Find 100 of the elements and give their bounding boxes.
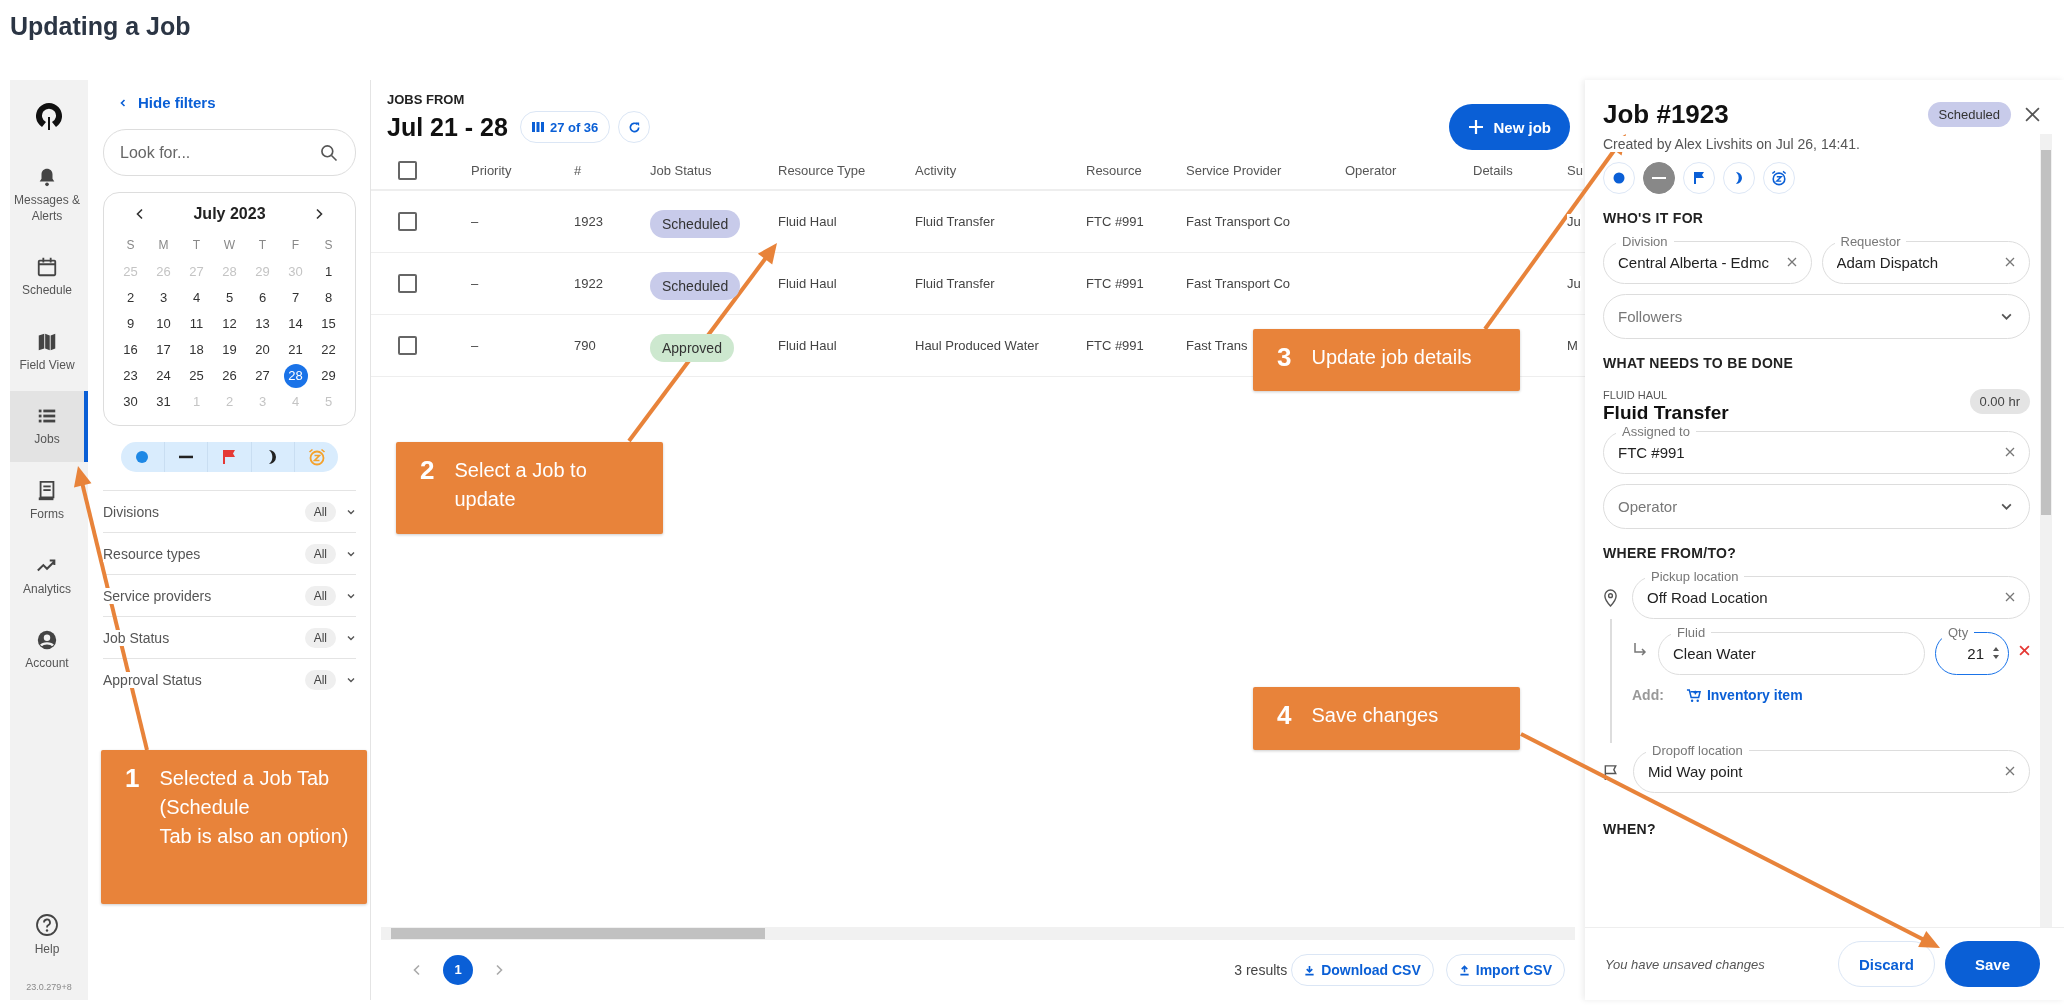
help-icon	[35, 913, 59, 938]
calendar-day[interactable]: 25	[184, 364, 209, 388]
flag-icon	[1693, 171, 1705, 185]
nav-item[interactable]: Jobs	[10, 391, 88, 462]
calendar-day[interactable]: 3	[151, 286, 176, 310]
hide-filters-link[interactable]: Hide filters	[118, 94, 216, 111]
section-heading: WHERE FROM/TO?	[1603, 545, 1738, 561]
calendar-day[interactable]: 13	[250, 312, 275, 336]
resource-type-label: FLUID HAUL	[1603, 389, 1669, 401]
quantity-input[interactable]: 21	[1944, 644, 1984, 662]
requestor-input[interactable]: Adam Dispatch	[1836, 253, 1997, 271]
calendar-day[interactable]: 20	[250, 338, 275, 362]
calendar-day[interactable]: 23	[118, 364, 143, 388]
calendar-day[interactable]: 11	[184, 312, 209, 336]
horizontal-scrollbar[interactable]	[381, 927, 1575, 940]
dropoff-location-input[interactable]: Mid Way point	[1648, 762, 1997, 780]
calendar-day[interactable]: 22	[316, 338, 341, 362]
save-button[interactable]: Save	[1944, 941, 2040, 987]
calendar-day[interactable]: 12	[217, 312, 242, 336]
filter-row[interactable]: Resource types All	[103, 532, 356, 574]
calendar-day[interactable]: 26	[217, 364, 242, 388]
created-by-text: Created by Alex Livshits on Jul 26, 14:41.	[1603, 136, 1860, 152]
nav-item[interactable]: Schedule	[10, 242, 88, 313]
filter-row[interactable]: Service providers All	[103, 574, 356, 616]
calendar-day[interactable]: 9	[118, 312, 143, 336]
account-icon	[36, 629, 58, 652]
row-checkbox[interactable]	[398, 336, 417, 355]
version-label: 23.0.279+8	[25, 982, 73, 992]
priority-button[interactable]	[1643, 162, 1675, 194]
calendar-day[interactable]: 4	[184, 286, 209, 310]
vertical-scrollbar[interactable]	[2040, 134, 2052, 927]
columns-button[interactable]: 27 of 36	[519, 111, 611, 143]
calendar-day[interactable]: 18	[184, 338, 209, 362]
table-cell-text: Fluid Haul	[778, 338, 838, 353]
clear-icon[interactable]	[2005, 592, 2015, 602]
nav-item[interactable]: Messages & Alerts	[10, 152, 88, 239]
help-button[interactable]: Help	[10, 899, 88, 972]
calendar-day[interactable]: 27	[250, 364, 275, 388]
select-all-checkbox[interactable]	[398, 160, 417, 180]
page-button[interactable]: 1	[443, 955, 473, 985]
remove-icon[interactable]	[2019, 644, 2030, 656]
calendar-day[interactable]: 7	[283, 286, 308, 310]
calendar-day[interactable]: 6	[250, 286, 275, 310]
calendar-day[interactable]: 1	[316, 260, 341, 284]
weekday-label: S	[126, 237, 135, 254]
table-cell-text: Haul Produced Water	[915, 338, 1040, 353]
filter-row[interactable]: Job Status All	[103, 616, 356, 658]
inventory-item-link[interactable]: Inventory item	[1685, 687, 1803, 703]
cart-icon	[1685, 687, 1701, 703]
calendar-day[interactable]: 30	[118, 390, 143, 414]
calendar-day[interactable]: 15	[316, 312, 341, 336]
callout-text: Update job details	[1311, 345, 1472, 370]
clear-icon[interactable]	[2005, 257, 2015, 267]
new-job-button[interactable]: New job	[1449, 104, 1570, 150]
dash-icon	[178, 455, 193, 459]
calendar-day[interactable]: 31	[151, 390, 176, 414]
weekday-label: T	[258, 237, 267, 254]
download-csv-button[interactable]: Download CSV	[1291, 954, 1434, 986]
search-field[interactable]: Look for...	[103, 129, 356, 176]
clear-icon[interactable]	[1786, 257, 1797, 267]
filter-row[interactable]: Divisions All	[103, 490, 356, 532]
nav-item[interactable]: Forms	[10, 465, 88, 537]
row-checkbox[interactable]	[398, 274, 417, 293]
calendar-day[interactable]: 29	[316, 364, 341, 388]
calendar-day[interactable]: 17	[151, 338, 176, 362]
calendar-day[interactable]: 21	[283, 338, 308, 362]
field-label: Dropoff location	[1651, 743, 1744, 758]
calendar-day[interactable]: 8	[316, 286, 341, 310]
pickup-location-input[interactable]: Off Road Location	[1647, 588, 1997, 606]
dot-icon	[1613, 172, 1625, 184]
calendar-day[interactable]: 24	[151, 364, 176, 388]
close-icon[interactable]	[2025, 106, 2040, 122]
calendar-day[interactable]: 28	[283, 364, 308, 388]
nav-item[interactable]: Account	[10, 615, 88, 686]
calendar-icon	[36, 256, 58, 279]
followers-input[interactable]: Followers	[1618, 308, 2000, 325]
division-input[interactable]: Central Alberta - Edmc	[1618, 253, 1779, 271]
calendar-day[interactable]: 5	[217, 286, 242, 310]
calendar-day[interactable]: 19	[217, 338, 242, 362]
table-cell-text: Fluid Transfer	[915, 276, 996, 291]
table-cell-text: –	[471, 338, 480, 353]
calendar-day[interactable]: 14	[283, 312, 308, 336]
nav-item[interactable]: Field View	[10, 316, 88, 388]
operator-input[interactable]: Operator	[1618, 498, 2000, 515]
refresh-button[interactable]	[618, 111, 651, 143]
row-checkbox[interactable]	[398, 212, 417, 231]
filter-row[interactable]: Approval Status All	[103, 658, 356, 700]
weekday-label: S	[324, 237, 333, 254]
discard-button[interactable]: Discard	[1837, 941, 1935, 987]
search-input[interactable]: Look for...	[120, 143, 319, 162]
nav-item[interactable]: Analytics	[10, 540, 88, 612]
calendar-day[interactable]: 10	[151, 312, 176, 336]
clear-icon[interactable]	[2005, 447, 2015, 457]
import-csv-button[interactable]: Import CSV	[1445, 954, 1565, 986]
clear-icon[interactable]	[2005, 766, 2015, 776]
fluid-input[interactable]: Clean Water	[1673, 644, 1910, 662]
assigned-to-input[interactable]: FTC #991	[1618, 443, 1997, 461]
calendar-day[interactable]: 2	[118, 286, 143, 310]
stepper-icon[interactable]	[1992, 646, 2000, 660]
calendar-day[interactable]: 16	[118, 338, 143, 362]
